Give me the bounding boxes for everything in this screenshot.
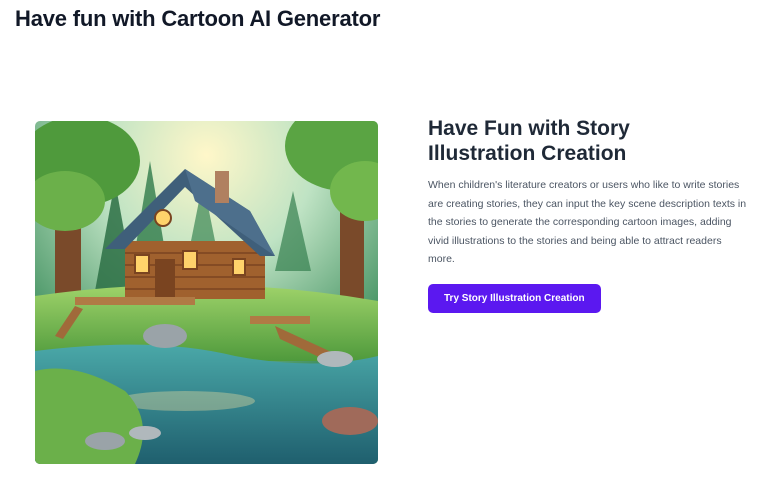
page-title: Have fun with Cartoon AI Generator — [15, 6, 381, 31]
story-illustration-image — [35, 121, 378, 464]
feature-heading-line1: Have Fun with Story — [428, 117, 630, 140]
page: Have fun with Cartoon AI Generator Have … — [0, 0, 768, 480]
feature-section: Have Fun with Story Illustration Creatio… — [428, 116, 748, 313]
try-story-illustration-button[interactable]: Try Story Illustration Creation — [428, 283, 601, 313]
feature-heading: Have Fun with Story Illustration Creatio… — [428, 116, 748, 166]
feature-description: When children's literature creators or u… — [428, 179, 747, 265]
feature-heading-line2: Illustration Creation — [428, 142, 627, 165]
